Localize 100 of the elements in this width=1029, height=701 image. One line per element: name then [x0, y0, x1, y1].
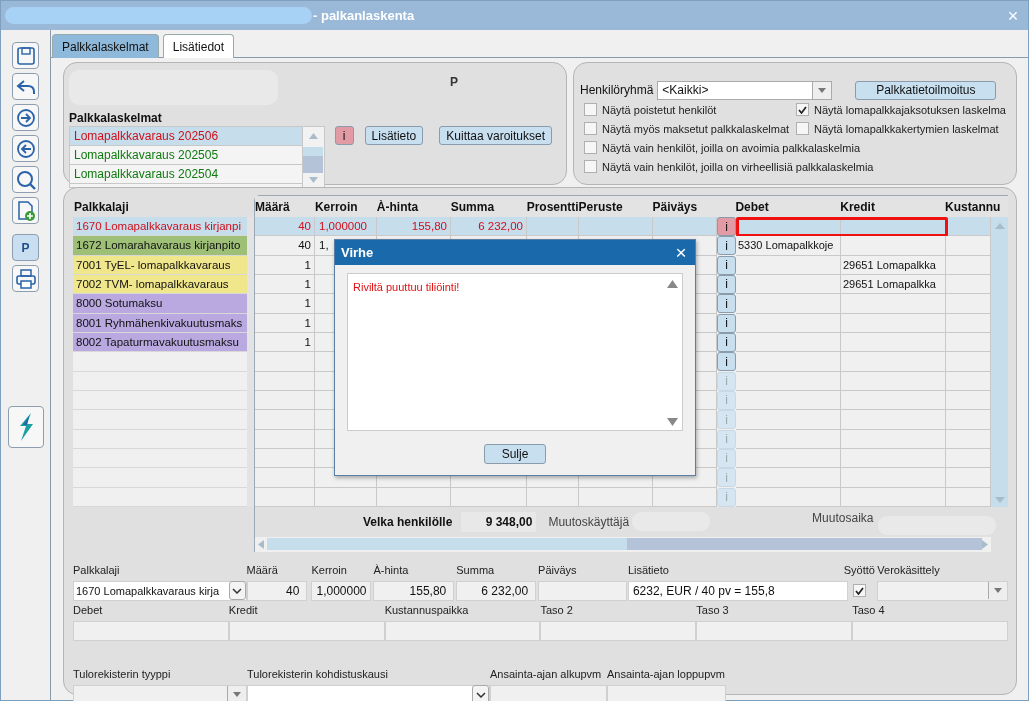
list-item[interactable]: Lomapalkkavaraus 202505 — [70, 146, 302, 165]
button[interactable]: Palkkatietoilmoitus — [855, 80, 997, 100]
close-dialog-button[interactable]: Sulje — [484, 444, 546, 464]
checkbox-label: Näytä lomapalkkajaksotuksen laskelma — [814, 103, 1006, 116]
toolbar-button[interactable]: P — [12, 234, 39, 261]
input-field[interactable] — [852, 620, 1008, 641]
checkbox-label: Näytä lomapalkkakertymien laskelmat — [814, 122, 999, 135]
input-field[interactable]: 40 — [246, 580, 308, 601]
table-cell: 155,80 — [377, 217, 451, 237]
button[interactable]: Lisätieto — [364, 126, 424, 145]
toolbar-button[interactable] — [12, 197, 39, 224]
field-label: Kerroin — [311, 563, 348, 578]
table-cell[interactable]: 1670 Lomapalkkavaraus kirjanpi — [73, 217, 247, 237]
dropdown[interactable]: <Kaikki> — [657, 80, 833, 100]
chevron-down-icon — [475, 691, 486, 698]
column-header: Kustannu — [945, 199, 1002, 214]
info-button[interactable]: i — [717, 217, 736, 236]
table-cell[interactable]: 7002 TVM- lomapalkkavaraus — [73, 275, 247, 295]
checkbox[interactable] — [796, 103, 809, 116]
column-header: Prosentti — [526, 199, 579, 214]
input-field[interactable] — [384, 620, 541, 641]
scrollbar[interactable] — [301, 127, 324, 187]
checkbox[interactable] — [852, 584, 866, 598]
info-button[interactable]: i — [334, 126, 354, 145]
info-button[interactable]: i — [717, 332, 736, 352]
save-icon — [14, 44, 37, 67]
input-field[interactable] — [607, 684, 726, 701]
toolbar-button[interactable] — [12, 73, 39, 100]
table-cell — [946, 352, 991, 372]
input-field[interactable]: 6232, EUR / 40 pv = 155,8 — [627, 580, 849, 601]
info-button[interactable]: i — [717, 236, 736, 256]
scrollbar[interactable] — [991, 217, 1008, 507]
right-arrow-icon — [982, 539, 988, 549]
info-button[interactable]: i — [717, 352, 736, 372]
checkbox[interactable] — [584, 122, 597, 135]
app-button[interactable] — [7, 406, 44, 448]
input-field[interactable] — [538, 580, 627, 601]
dropdown[interactable]: 1670 Lomapalkkavaraus kirja — [73, 580, 247, 601]
input-field[interactable] — [73, 620, 229, 641]
toolbar-button[interactable] — [12, 265, 39, 292]
table-cell[interactable]: 8001 Ryhmähenkivakuutusmaks — [73, 313, 247, 333]
column-header: Debet — [735, 199, 770, 214]
toolbar-button[interactable] — [12, 104, 39, 131]
table-cell[interactable]: 7001 TyEL- lomapalkkavaraus — [73, 255, 247, 275]
table-cell: 29651 Lomapalkka — [841, 275, 946, 295]
input-field[interactable] — [696, 620, 853, 641]
button[interactable]: Kuittaa varoitukset — [439, 126, 552, 145]
field-label: Päiväys — [538, 563, 578, 578]
table-cell: 1 — [255, 255, 315, 275]
checkbox-label: Näytä vain henkilöt, joilla on avoimia palkkalaskelmia — [602, 141, 861, 154]
dropdown[interactable] — [73, 684, 247, 701]
back-circle-icon — [14, 137, 37, 160]
column-header: Kredit — [840, 199, 876, 214]
table-cell — [255, 448, 315, 469]
input-field[interactable]: 155,80 — [373, 580, 455, 601]
search-icon — [14, 168, 37, 191]
table-cell[interactable]: 1672 Lomarahavaraus kirjanpito — [73, 236, 247, 256]
table-cell[interactable]: 8002 Tapaturmavakuutusmaksu — [73, 332, 247, 353]
field-label: Määrä — [246, 563, 279, 578]
input-field[interactable]: 1,000000 — [311, 580, 372, 601]
table-cell[interactable]: 8000 Sotumaksu — [73, 294, 247, 314]
checkbox[interactable] — [584, 103, 597, 116]
dropdown[interactable] — [877, 580, 1008, 601]
checkbox[interactable] — [584, 141, 597, 154]
field-label: À-hinta — [373, 563, 410, 578]
tab[interactable]: Palkkalaskelmat — [52, 34, 159, 58]
toolbar-button[interactable] — [12, 166, 39, 193]
checkbox[interactable] — [584, 160, 597, 173]
table-cell — [255, 429, 315, 449]
table-cell: 6 232,00 — [451, 217, 527, 237]
field-label: Palkkalaji — [73, 563, 121, 578]
input-field[interactable] — [540, 620, 697, 641]
down-arrow-icon — [667, 418, 678, 426]
info-button[interactable]: i — [717, 294, 736, 314]
column-header: Päiväys — [652, 199, 699, 214]
scroll-thumb — [303, 147, 324, 173]
input-field[interactable] — [490, 684, 607, 701]
down-arrow-icon — [308, 177, 318, 183]
check-icon — [854, 586, 864, 595]
table-cell — [527, 487, 579, 507]
up-arrow-icon — [994, 223, 1005, 229]
checkbox-label: Näytä myös maksetut palkkalaskelmat — [602, 122, 790, 135]
toolbar-button[interactable] — [12, 42, 39, 69]
table-cell — [255, 390, 315, 411]
column-header: À-hinta — [376, 199, 420, 214]
checkbox[interactable] — [796, 122, 809, 135]
close-button[interactable]: × — [672, 243, 690, 262]
list-item[interactable]: Lomapalkkavaraus 202506 — [70, 127, 302, 146]
table-cell[interactable] — [73, 352, 247, 372]
toolbar-button[interactable] — [12, 135, 39, 162]
table-cell: 1,000000 — [315, 217, 377, 237]
list-item[interactable]: Lomapalkkavaraus 202504 — [70, 165, 302, 184]
field-label: Taso 4 — [852, 603, 886, 618]
input-field[interactable]: 6 232,00 — [456, 580, 537, 601]
tab[interactable]: Lisätiedot — [162, 34, 235, 58]
info-button[interactable]: i — [717, 275, 736, 294]
input-field[interactable] — [228, 620, 385, 641]
column-header: Palkkalaji — [73, 199, 130, 216]
dropdown[interactable] — [247, 684, 490, 701]
column-header: Summa — [450, 199, 496, 214]
